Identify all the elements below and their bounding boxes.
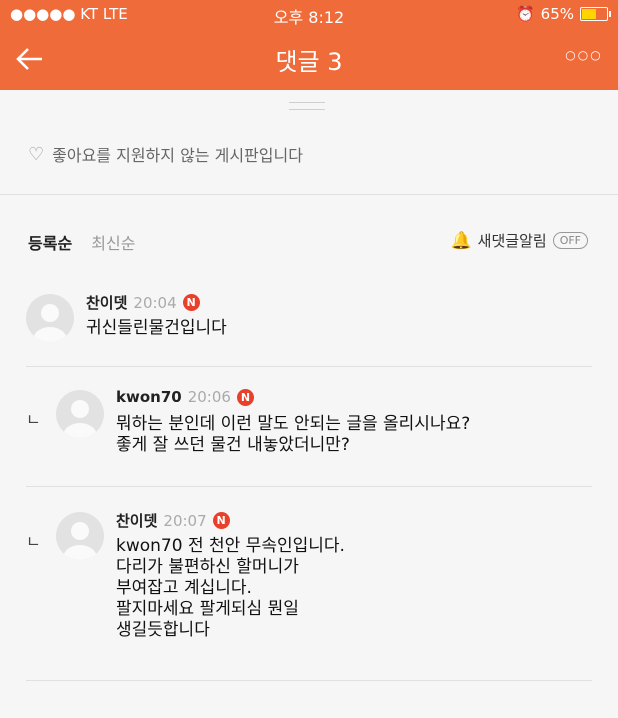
new-badge: N: [212, 512, 230, 529]
battery-area: ⏰ 65%: [515, 5, 611, 23]
comment-time: 20:07: [163, 511, 207, 530]
comment-line: 뭐하는 분인데 이런 말도 안되는 글을 올리시나요?: [116, 414, 471, 434]
new-badge: N: [182, 294, 200, 311]
avatar[interactable]: [26, 294, 74, 342]
comment-author[interactable]: 찬이뎃: [116, 510, 157, 531]
comment-divider: [26, 486, 592, 487]
comment-item[interactable]: ㄴ kwon70 20:06 N 뭐하는 분인데 이런 말도 안되는 글을 올리시나요?…: [0, 386, 618, 455]
alarm-label: 새댓글알림: [477, 232, 547, 250]
comment-time: 20:04: [133, 293, 177, 312]
reply-indicator: ㄴ: [26, 410, 41, 429]
divider: [0, 194, 618, 195]
like-notice: ♡ 좋아요를 지원하지 않는 게시판입니다: [28, 142, 303, 166]
new-comment-alarm[interactable]: 🔔 새댓글알림 OFF: [450, 230, 588, 251]
comment-line: 귀신들린물건입니다: [86, 318, 227, 338]
app-header: 댓글 3 ○○○: [0, 28, 618, 90]
comment-line: kwon70 전 천안 무속인입니다.: [116, 536, 345, 556]
comment-divider: [26, 366, 592, 367]
comment-divider: [26, 680, 592, 681]
notice-text: 좋아요를 지원하지 않는 게시판입니다: [52, 146, 303, 165]
status-bar: ●●●●● KT LTE 오후 8:12 ⏰ 65%: [0, 0, 618, 28]
comment-line: 팔지마세요 팔게되심 뭔일: [116, 599, 299, 619]
sort-options: 등록순 최신순: [28, 230, 135, 254]
battery-fill: [582, 9, 597, 19]
comment-author[interactable]: kwon70: [116, 388, 182, 406]
heart-outline-icon: ♡: [28, 143, 45, 165]
bell-chat-icon: 🔔: [450, 230, 472, 251]
battery-percent: 65%: [540, 5, 574, 23]
sort-registered[interactable]: 등록순: [28, 234, 72, 253]
reply-indicator: ㄴ: [26, 532, 41, 551]
comment-line: 부여잡고 계십니다.: [116, 578, 252, 598]
more-dots-icon: ○○○: [565, 48, 603, 62]
comment-line: 다리가 불편하신 할머니가: [116, 557, 299, 577]
new-badge: N: [236, 388, 254, 406]
avatar[interactable]: [56, 390, 104, 438]
comment-line: 좋게 잘 쓰던 물건 내놓았더니만?: [116, 435, 350, 455]
comment-meta: 찬이뎃 20:04 N: [86, 292, 200, 313]
alarm-toggle[interactable]: OFF: [552, 232, 588, 249]
drag-handle[interactable]: [289, 102, 325, 110]
alarm-clock-icon: ⏰: [515, 5, 535, 23]
comment-text: 뭐하는 분인데 이런 말도 안되는 글을 올리시나요? 좋게 잘 쓰던 물건 내놓…: [116, 414, 470, 456]
page-title: 댓글 3: [275, 48, 343, 76]
sort-latest[interactable]: 최신순: [91, 234, 135, 253]
comment-text: 귀신들린물건입니다: [86, 318, 227, 339]
comment-text: kwon70 전 천안 무속인입니다. 다리가 불편하신 할머니가 부여잡고 계십니…: [116, 536, 345, 641]
comment-time: 20:06: [187, 388, 231, 406]
comment-meta: 찬이뎃 20:07 N: [116, 510, 230, 531]
comment-meta: kwon70 20:06 N: [116, 388, 254, 406]
comment-line: 생길듯합니다: [116, 620, 210, 640]
battery-icon: [580, 7, 611, 21]
comment-item[interactable]: ㄴ 찬이뎃 20:07 Nkwon70 전 천안 무속인입니다. 다리가 불편하신 할머…: [0, 508, 618, 641]
comment-author[interactable]: 찬이뎃: [86, 292, 127, 313]
comment-item[interactable]: 찬이뎃 20:04 N 귀신들린물건입니다: [0, 290, 618, 342]
avatar[interactable]: [56, 512, 104, 560]
more-button[interactable]: ○○○: [564, 48, 604, 70]
